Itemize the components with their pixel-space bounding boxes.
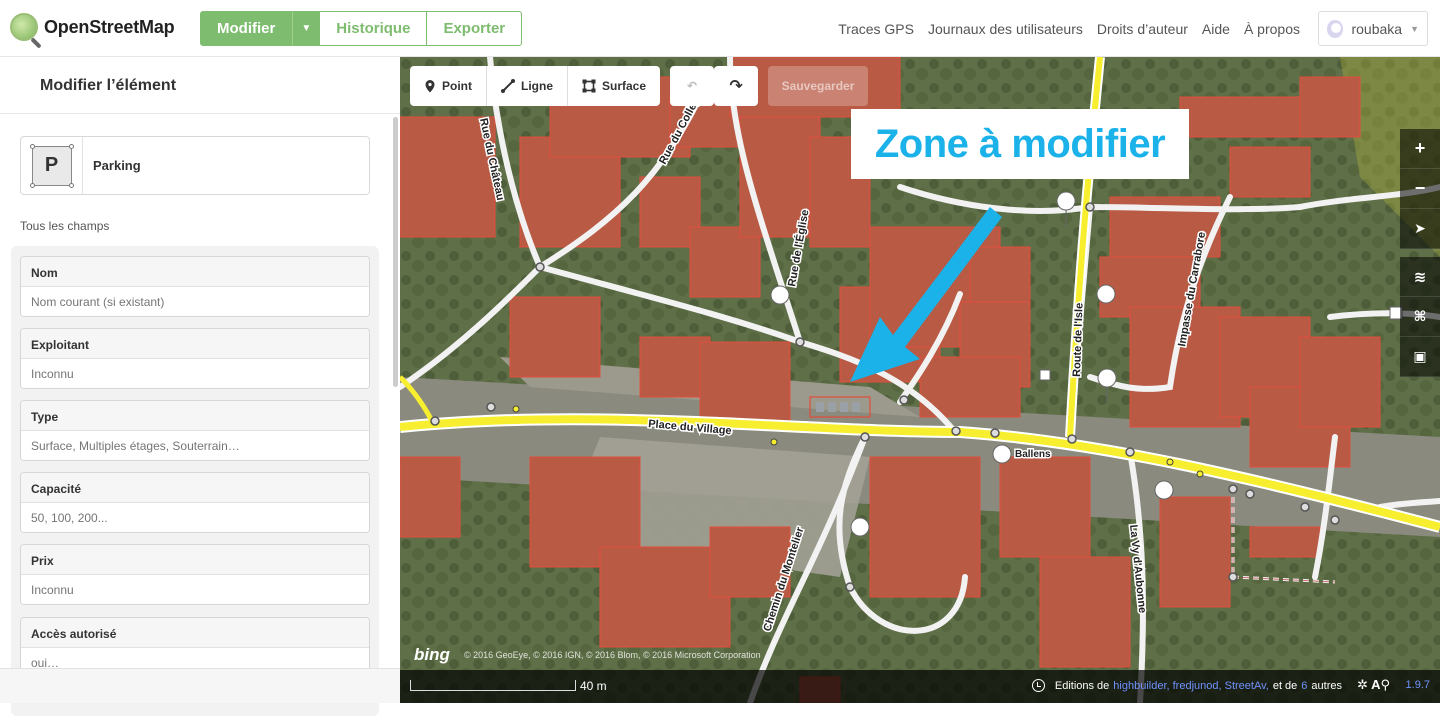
issues-icon[interactable]: ✲ A⚲: [1357, 677, 1390, 693]
operator-input[interactable]: [21, 359, 369, 388]
zoom-in-icon[interactable]: +: [1400, 129, 1440, 169]
secondary-nav: Traces GPS Journaux des utilisateurs Dro…: [824, 11, 1428, 46]
nav-link-user-diaries[interactable]: Journaux des utilisateurs: [928, 21, 1083, 37]
field-label: Capacité: [21, 473, 369, 503]
redo-group: ↷: [714, 66, 759, 106]
user-menu-button[interactable]: roubaka ▼: [1318, 11, 1428, 46]
editor-toolbar: Point Ligne Surface ↶ ↷ Sauvegarder: [410, 66, 869, 106]
map-canvas[interactable]: Place du Village Rue du Collège Rue du C…: [400, 57, 1440, 703]
add-line-button[interactable]: Ligne: [487, 66, 568, 106]
field-label: Prix: [21, 545, 369, 575]
fee-input[interactable]: [21, 575, 369, 604]
field-label: Accès autorisé: [21, 618, 369, 648]
parking-icon-letter: P: [44, 154, 59, 176]
attribution-prefix: Editions de: [1054, 679, 1110, 692]
add-point-label: Point: [442, 79, 472, 93]
edit-dropdown-chevron-icon[interactable]: ▼: [292, 11, 321, 46]
sidebar-footer: [0, 668, 400, 703]
avatar-icon: [1327, 19, 1344, 38]
nav-link-help[interactable]: Aide: [1202, 21, 1230, 37]
edit-tabs: Modifier ▼ Historique Exporter: [200, 11, 523, 46]
zoom-controls: + − ➤: [1400, 129, 1440, 249]
logo[interactable]: OpenStreetMap: [10, 13, 175, 41]
poi-label-ballens: Ballens: [1015, 449, 1051, 460]
line-icon: [501, 79, 515, 93]
save-button[interactable]: Sauvegarder: [768, 66, 869, 106]
logo-text: OpenStreetMap: [44, 16, 175, 37]
bing-logo: bing: [414, 645, 450, 664]
capacity-input[interactable]: [21, 503, 369, 532]
username: roubaka: [1351, 20, 1403, 37]
sidebar-title: Modifier l’élément: [0, 57, 400, 114]
field-label: Exploitant: [21, 329, 369, 359]
type-input[interactable]: [21, 431, 369, 460]
attribution-count[interactable]: 6: [1301, 680, 1307, 692]
attribution: Editions de highbuilder, fredjunod, Stre…: [1031, 679, 1342, 692]
chevron-down-icon: ▼: [1410, 23, 1419, 34]
map-footer: 40 m Editions de highbuilder, fredjunod,…: [400, 670, 1440, 703]
map-data-icon[interactable]: ⌘: [1400, 297, 1440, 337]
add-feature-group: Point Ligne Surface: [410, 66, 661, 106]
tab-export[interactable]: Exporter: [427, 11, 523, 46]
tab-history[interactable]: Historique: [320, 11, 428, 46]
nav-link-about[interactable]: À propos: [1244, 21, 1300, 37]
add-line-label: Ligne: [521, 79, 553, 93]
fields-section: Nom Exploitant Type Capacité Prix Accès …: [11, 246, 379, 716]
inspector-sidebar: Modifier l’élément P Parking Tous les ch…: [0, 57, 400, 716]
add-area-label: Surface: [602, 79, 647, 93]
preset-name: Parking: [93, 158, 141, 173]
layers-icon[interactable]: ≋: [1400, 257, 1440, 297]
scale-bar: [410, 680, 576, 691]
field-label: Type: [21, 401, 369, 431]
zoom-out-icon[interactable]: −: [1400, 169, 1440, 209]
redo-icon[interactable]: ↷: [714, 66, 758, 106]
add-area-button[interactable]: Surface: [568, 66, 660, 106]
area-icon: [582, 79, 596, 93]
undo-redo-group: ↶: [670, 66, 715, 106]
field-operator: Exploitant: [20, 328, 370, 389]
all-fields-toggle[interactable]: Tous les champs: [20, 219, 109, 233]
nav-link-copyright[interactable]: Droits d’auteur: [1097, 21, 1188, 37]
attribution-suffix: autres: [1311, 679, 1342, 692]
annotation-label: Zone à modifier: [851, 109, 1189, 179]
field-capacity: Capacité: [20, 472, 370, 533]
name-input[interactable]: [21, 287, 369, 316]
sidebar-scrollbar[interactable]: [393, 117, 398, 387]
add-point-button[interactable]: Point: [410, 66, 487, 106]
scale-label: 40 m: [580, 679, 607, 693]
imagery-copyright: © 2016 GeoEye, © 2016 IGN, © 2016 Blom, …: [464, 650, 761, 660]
version-label[interactable]: 1.9.7: [1406, 679, 1430, 691]
map-pin-icon: [425, 80, 435, 93]
field-fee: Prix: [20, 544, 370, 605]
help-icon[interactable]: ▣: [1400, 337, 1440, 377]
parking-icon: P: [29, 143, 74, 188]
history-clock-icon: [1031, 679, 1045, 692]
osm-logo-icon: [10, 13, 38, 41]
attribution-mid: et de: [1272, 679, 1298, 692]
nav-link-gps-traces[interactable]: Traces GPS: [838, 21, 914, 37]
preset-button[interactable]: P Parking: [20, 136, 370, 195]
attribution-users[interactable]: highbuilder, fredjunod, StreetAv,: [1113, 680, 1269, 692]
top-navbar: OpenStreetMap Modifier ▼ Historique Expo…: [0, 0, 1440, 57]
field-label: Nom: [21, 257, 369, 287]
preset-icon-container: P: [21, 137, 83, 194]
field-name: Nom: [20, 256, 370, 317]
tab-edit[interactable]: Modifier: [200, 11, 293, 46]
undo-icon[interactable]: ↶: [670, 66, 714, 106]
geolocate-icon[interactable]: ➤: [1400, 209, 1440, 249]
panel-controls: ≋ ⌘ ▣: [1400, 257, 1440, 377]
field-type: Type: [20, 400, 370, 461]
